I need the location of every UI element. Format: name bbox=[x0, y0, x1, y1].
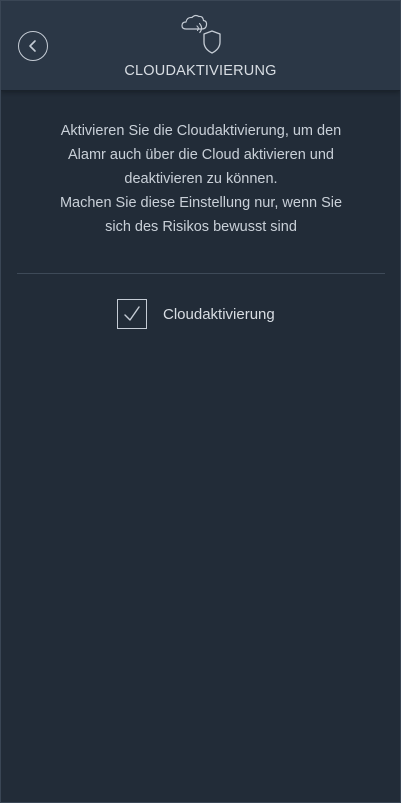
chevron-left-icon bbox=[29, 40, 36, 52]
back-button[interactable] bbox=[18, 31, 48, 61]
description-line: deaktivieren zu können. bbox=[124, 171, 278, 187]
description-line: Alamr auch über die Cloud aktivieren und bbox=[68, 147, 334, 163]
checkmark-icon bbox=[124, 306, 140, 321]
description-line: sich des Risikos bewusst sind bbox=[105, 219, 297, 235]
cloudaktivierung-toggle-row[interactable]: Cloudaktivierung bbox=[117, 298, 275, 330]
app-window: CLOUDAKTIVIERUNG Aktivieren Sie die Clou… bbox=[0, 0, 401, 803]
cloudaktivierung-label: Cloudaktivierung bbox=[163, 305, 275, 323]
description-text: Aktivieren Sie die Cloudaktivierung, um … bbox=[17, 119, 385, 239]
description-line: Machen Sie diese Einstellung nur, wenn S… bbox=[59, 195, 343, 211]
page-title: CLOUDAKTIVIERUNG bbox=[124, 63, 277, 79]
header-bar: CLOUDAKTIVIERUNG bbox=[1, 1, 400, 91]
cloudaktivierung-checkbox[interactable] bbox=[117, 299, 147, 329]
divider bbox=[17, 273, 385, 274]
description-line: Aktivieren Sie die Cloudaktivierung, um … bbox=[60, 123, 342, 139]
cloud-shield-icon bbox=[181, 14, 221, 54]
